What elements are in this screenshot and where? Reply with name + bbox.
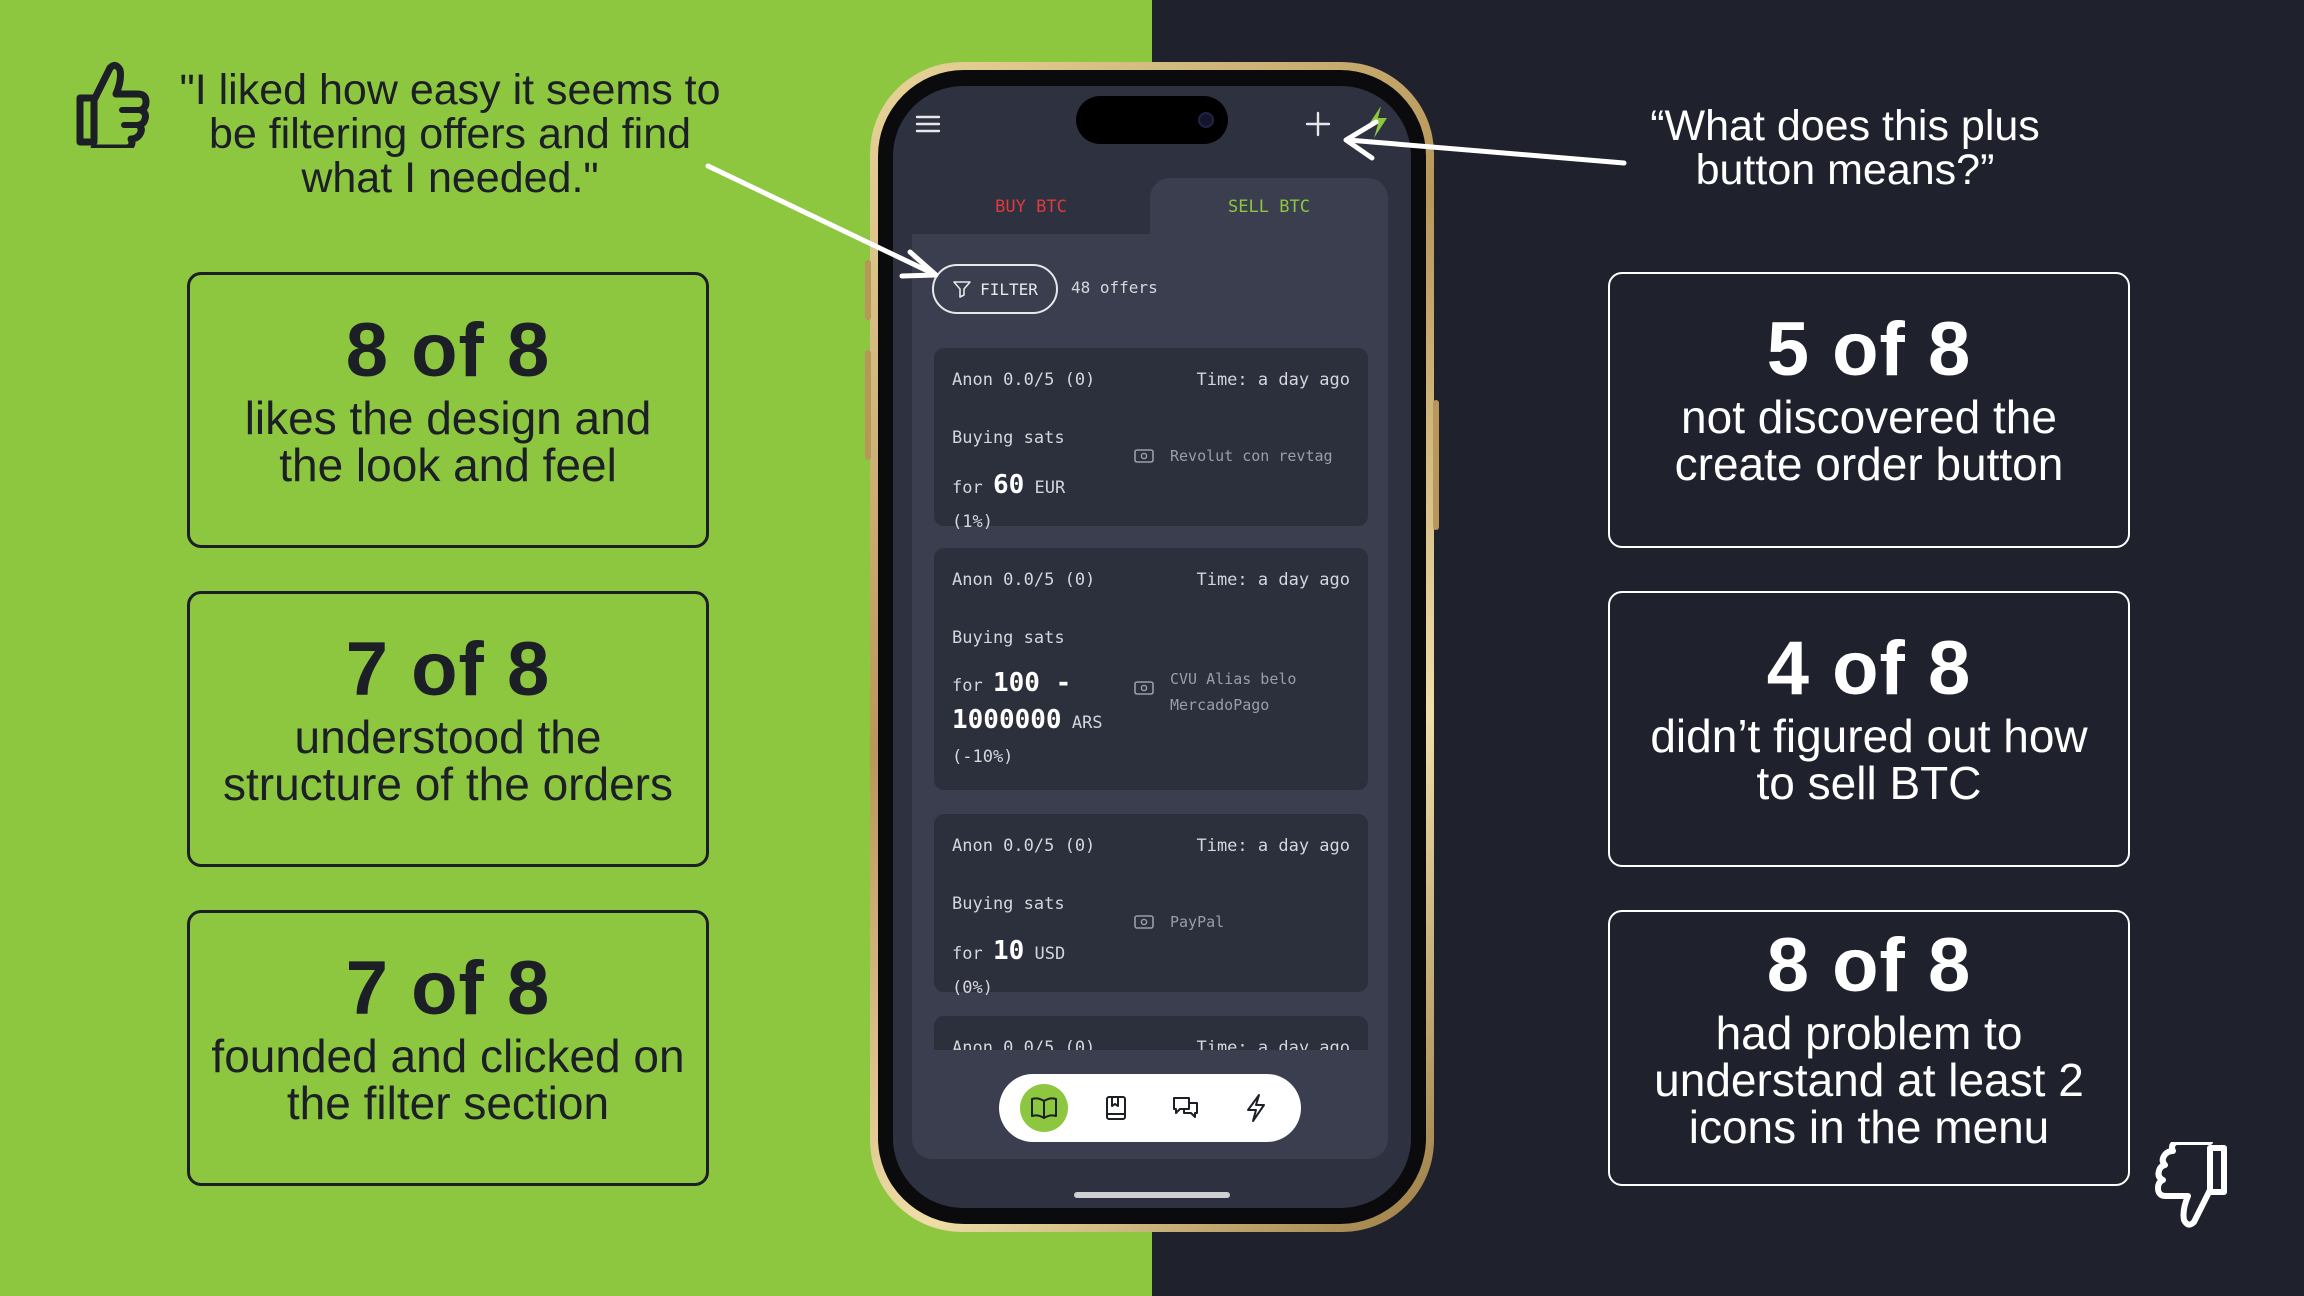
offer-type: Buying sats [952, 894, 1065, 914]
payment-method: PayPal [1170, 913, 1225, 931]
stat-text: understood the structure of the orders [223, 711, 673, 810]
payment-method: Revolut con revtag [1170, 447, 1333, 465]
nav-orders-bookmark-book-icon[interactable] [1092, 1084, 1140, 1132]
negative-stat-card: 8 of 8 had problem to understand at leas… [1608, 910, 2130, 1186]
stat-text: didn’t figured out how to sell BTC [1650, 710, 2088, 809]
offer-time: Time: a day ago [1196, 370, 1350, 390]
offer-amount: for 100 - 1000000 ARS (-10%) [952, 668, 1103, 767]
offer-amount: for 10 USD (0%) [952, 936, 1066, 998]
offer-card[interactable]: Anon 0.0/5 (0) Time: a day ago Buying sa… [934, 814, 1368, 998]
lightning-icon[interactable] [1364, 104, 1392, 140]
filter-button[interactable]: FILTER [932, 264, 1058, 314]
stat-text: had problem to understand at least 2 ico… [1654, 1007, 2084, 1153]
negative-stat-card: 5 of 8 not discovered the create order b… [1608, 272, 2130, 548]
stat-text: likes the design and the look and feel [244, 392, 652, 491]
positive-quote: "I liked how easy it seems to be filteri… [179, 66, 721, 202]
offers-count: 48 offers [1071, 278, 1158, 297]
stat-count: 8 of 8 [1766, 923, 1972, 1008]
offer-time: Time: a day ago [1196, 570, 1350, 590]
positive-stat-card: 8 of 8 likes the design and the look and… [187, 272, 709, 548]
tab-buy-btc[interactable]: BUY BTC [912, 178, 1150, 236]
payment-method-icon [1134, 681, 1154, 695]
offer-card[interactable]: Anon 0.0/5 (0) Time: a day ago Buying sa… [934, 548, 1368, 790]
stat-count: 7 of 8 [345, 946, 551, 1031]
seller-rating: Anon 0.0/5 (0) [952, 836, 1096, 856]
home-indicator [1074, 1192, 1230, 1198]
offer-type: Buying sats [952, 628, 1065, 648]
stat-text: founded and clicked on the filter sectio… [211, 1030, 685, 1129]
offer-time: Time: a day ago [1196, 836, 1350, 856]
phone-side-button [865, 350, 871, 460]
phone-side-button [865, 260, 871, 320]
offer-type: Buying sats [952, 428, 1065, 448]
payment-method: CVU Alias belo MercadoPago [1170, 670, 1297, 714]
negative-stat-card: 4 of 8 didn’t figured out how to sell BT… [1608, 591, 2130, 867]
payment-method-icon [1134, 915, 1154, 929]
payment-method-icon [1134, 449, 1154, 463]
offers-list: Anon 0.0/5 (0) Time: a day ago Buying sa… [912, 340, 1388, 1050]
thumbs-down-icon [2155, 1142, 2227, 1228]
stat-count: 4 of 8 [1766, 626, 1972, 711]
hamburger-menu-icon[interactable] [914, 112, 944, 136]
seller-rating: Anon 0.0/5 (0) [952, 370, 1096, 390]
thumbs-up-icon [76, 61, 150, 148]
offer-amount: for 60 EUR (1%) [952, 470, 1066, 532]
seller-rating: Anon 0.0/5 (0) [952, 1038, 1096, 1050]
filter-label: FILTER [980, 279, 1038, 299]
offer-card[interactable]: Anon 0.0/5 (0) Time: a day ago Buying sa… [934, 348, 1368, 532]
seller-rating: Anon 0.0/5 (0) [952, 570, 1096, 590]
stat-text: not discovered the create order button [1674, 391, 2064, 490]
stat-count: 5 of 8 [1766, 307, 1972, 392]
nav-chat-bubbles-icon[interactable] [1162, 1084, 1210, 1132]
offer-card[interactable]: Anon 0.0/5 (0) Time: a day ago [934, 1016, 1368, 1050]
camera-icon [1198, 112, 1214, 128]
filter-icon [953, 281, 971, 298]
negative-quote: “What does this plus button means?” [1650, 102, 2040, 194]
stat-count: 7 of 8 [345, 627, 551, 712]
nav-lightning-icon[interactable] [1232, 1084, 1280, 1132]
offer-time: Time: a day ago [1196, 1038, 1350, 1050]
positive-stat-card: 7 of 8 founded and clicked on the filter… [187, 910, 709, 1186]
positive-stat-card: 7 of 8 understood the structure of the o… [187, 591, 709, 867]
nav-offers-book-open-icon[interactable] [1020, 1084, 1068, 1132]
tab-sell-btc[interactable]: SELL BTC [1150, 178, 1388, 236]
phone-side-button [1433, 400, 1439, 530]
plus-icon[interactable] [1302, 108, 1334, 140]
stat-count: 8 of 8 [345, 308, 551, 393]
